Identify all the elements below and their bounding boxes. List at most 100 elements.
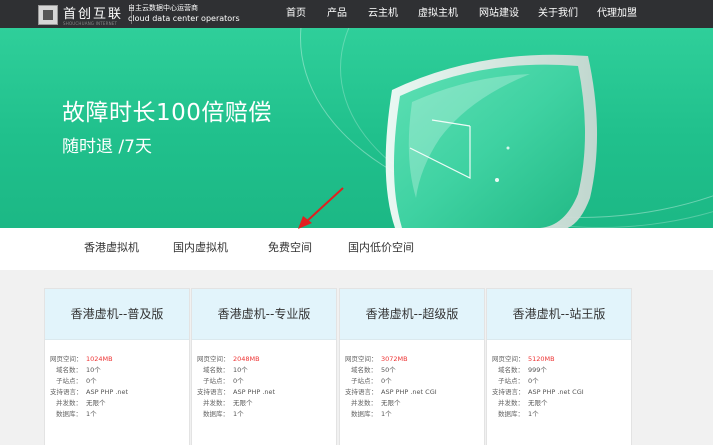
spec-label: 域名数：	[498, 366, 524, 374]
spec-value: 1个	[86, 410, 97, 418]
spec-row: 域名数： 50个	[345, 365, 484, 376]
spec-row: 并发数： 无限个	[50, 398, 189, 409]
plan-card-header: 香港虚机--超级版	[340, 289, 484, 340]
spec-value: 0个	[86, 377, 97, 385]
spec-label: 并发数：	[351, 399, 377, 407]
spec-value: ASP PHP .net CGI	[528, 388, 584, 396]
nav-virtual-host[interactable]: 虚拟主机	[418, 7, 458, 20]
tab-free-space[interactable]: 免费空间	[268, 241, 312, 255]
spec-row: 子站点： 0个	[197, 376, 336, 387]
spec-value: 0个	[233, 377, 244, 385]
nav-about-us[interactable]: 关于我们	[538, 7, 578, 20]
spec-label: 并发数：	[56, 399, 82, 407]
nav-products[interactable]: 产品	[327, 7, 347, 20]
spec-value: 10个	[233, 366, 248, 374]
spec-label: 域名数：	[351, 366, 377, 374]
spec-label: 数据库：	[498, 410, 524, 418]
spec-row: 子站点： 0个	[345, 376, 484, 387]
spec-label: 网页空间：	[345, 355, 378, 363]
spec-row: 域名数： 999个	[492, 365, 631, 376]
spec-label: 并发数：	[498, 399, 524, 407]
plan-specs: 网页空间： 5120MB 域名数： 999个 子站点： 0个 支持语言： ASP PHP…	[487, 340, 631, 420]
spec-row: 网页空间： 1024MB	[50, 354, 189, 365]
spec-value: 10个	[86, 366, 101, 374]
plan-title: 香港虚机--专业版	[217, 307, 311, 321]
spec-row: 域名数： 10个	[50, 365, 189, 376]
plan-card[interactable]: 香港虚机--超级版 网页空间： 3072MB 域名数： 50个 子站点： 0个 支持语…	[339, 288, 485, 445]
spec-row: 网页空间： 2048MB	[197, 354, 336, 365]
plan-specs: 网页空间： 1024MB 域名数： 10个 子站点： 0个 支持语言： ASP PHP …	[45, 340, 189, 420]
spec-value: 999个	[528, 366, 547, 374]
spec-value: 无限个	[381, 399, 401, 407]
banner-subtitle: 随时退 /7天	[62, 137, 152, 157]
spec-label: 支持语言：	[492, 388, 525, 396]
spec-label: 子站点：	[498, 377, 524, 385]
spec-value: 1个	[381, 410, 392, 418]
tab-cn-virtual-host[interactable]: 国内虚拟机	[173, 241, 228, 255]
spec-value: 1024MB	[86, 355, 113, 363]
plan-card-header: 香港虚机--专业版	[192, 289, 336, 340]
nav-home[interactable]: 首页	[286, 7, 306, 20]
nav-cloud-host[interactable]: 云主机	[368, 7, 398, 20]
spec-value: ASP PHP .net	[86, 388, 129, 396]
plan-card[interactable]: 香港虚机--专业版 网页空间： 2048MB 域名数： 10个 子站点： 0个 支持语…	[191, 288, 337, 445]
spec-row: 数据库： 1个	[50, 409, 189, 420]
tagline: 自主云数据中心运营商 cloud data center operators	[128, 3, 240, 25]
banner-title: 故障时长100倍赔偿	[62, 100, 272, 126]
spec-value: 1个	[233, 410, 244, 418]
spec-value: ASP PHP .net CGI	[381, 388, 437, 396]
spec-value: 3072MB	[381, 355, 408, 363]
spec-row: 网页空间： 5120MB	[492, 354, 631, 365]
spec-label: 数据库：	[56, 410, 82, 418]
logo-text: 首创互联	[63, 7, 124, 22]
spec-row: 并发数： 无限个	[197, 398, 336, 409]
spec-label: 域名数：	[56, 366, 82, 374]
spec-row: 支持语言： ASP PHP .net CGI	[492, 387, 631, 398]
product-tabs: 香港虚拟机 国内虚拟机 免费空间 国内低价空间	[0, 228, 713, 270]
plan-card-header: 香港虚机--站王版	[487, 289, 631, 340]
spec-label: 支持语言：	[50, 388, 83, 396]
spec-row: 支持语言： ASP PHP .net	[197, 387, 336, 398]
spec-value: 无限个	[233, 399, 253, 407]
spec-value: 0个	[381, 377, 392, 385]
spec-row: 并发数： 无限个	[345, 398, 484, 409]
logo-building-icon	[38, 5, 58, 25]
spec-label: 域名数：	[203, 366, 229, 374]
plan-title: 香港虚机--站王版	[512, 307, 606, 321]
plan-card[interactable]: 香港虚机--普及版 网页空间： 1024MB 域名数： 10个 子站点： 0个 支持语…	[44, 288, 190, 445]
tagline-chinese: 自主云数据中心运营商	[128, 4, 198, 12]
spec-label: 并发数：	[203, 399, 229, 407]
spec-row: 支持语言： ASP PHP .net	[50, 387, 189, 398]
spec-row: 子站点： 0个	[50, 376, 189, 387]
spec-value: 无限个	[86, 399, 106, 407]
spec-label: 子站点：	[203, 377, 229, 385]
spec-value: 5120MB	[528, 355, 555, 363]
shield-icon	[385, 54, 598, 228]
plan-specs: 网页空间： 3072MB 域名数： 50个 子站点： 0个 支持语言： ASP PHP …	[340, 340, 484, 420]
hero-banner[interactable]: 故障时长100倍赔偿 随时退 /7天	[0, 28, 713, 228]
spec-label: 数据库：	[351, 410, 377, 418]
plan-specs: 网页空间： 2048MB 域名数： 10个 子站点： 0个 支持语言： ASP PHP …	[192, 340, 336, 420]
tab-hk-virtual-host[interactable]: 香港虚拟机	[84, 241, 139, 255]
plan-card[interactable]: 香港虚机--站王版 网页空间： 5120MB 域名数： 999个 子站点： 0个 支持…	[486, 288, 632, 445]
spec-value: 无限个	[528, 399, 548, 407]
spec-label: 子站点：	[56, 377, 82, 385]
spec-row: 子站点： 0个	[492, 376, 631, 387]
nav-agent-join[interactable]: 代理加盟	[597, 7, 637, 20]
spec-row: 数据库： 1个	[197, 409, 336, 420]
plan-title: 香港虚机--普及版	[70, 307, 164, 321]
nav-website-building[interactable]: 网站建设	[479, 7, 519, 20]
spec-label: 支持语言：	[197, 388, 230, 396]
plan-cards: 香港虚机--普及版 网页空间： 1024MB 域名数： 10个 子站点： 0个 支持语…	[0, 270, 713, 445]
spec-row: 数据库： 1个	[492, 409, 631, 420]
spec-row: 网页空间： 3072MB	[345, 354, 484, 365]
tab-cn-low-price-space[interactable]: 国内低价空间	[348, 241, 414, 255]
spec-value: 0个	[528, 377, 539, 385]
plan-title: 香港虚机--超级版	[365, 307, 459, 321]
spec-value: 2048MB	[233, 355, 260, 363]
logo[interactable]: 首创互联 SHOUCHUANG INTERNET	[38, 3, 133, 27]
spec-label: 网页空间：	[197, 355, 230, 363]
tagline-english: cloud data center operators	[128, 14, 240, 23]
spec-value: 50个	[381, 366, 396, 374]
logo-english-text: SHOUCHUANG INTERNET	[63, 21, 118, 26]
